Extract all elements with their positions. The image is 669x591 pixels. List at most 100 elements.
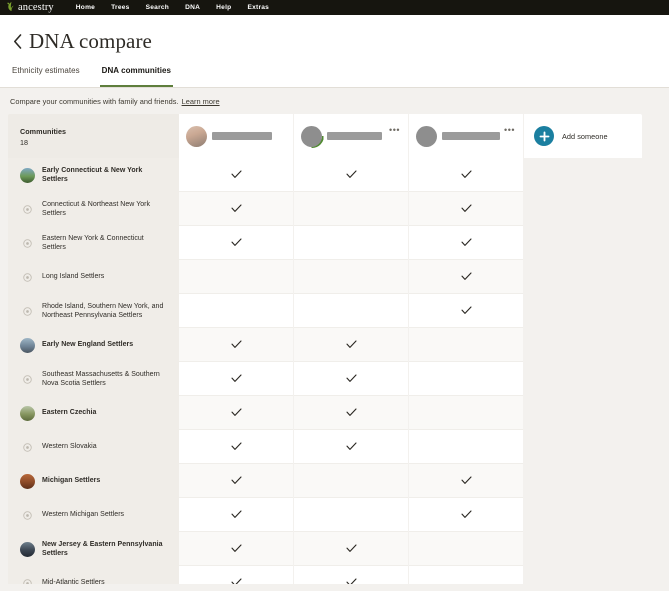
community-check-cell: [179, 192, 293, 226]
community-photo-icon: [20, 167, 35, 183]
community-row-label-cell[interactable]: Eastern Czechia: [8, 396, 179, 430]
checkmark-icon: [230, 204, 242, 213]
overflow-menu-icon[interactable]: •••: [389, 126, 400, 135]
nav-item-search[interactable]: Search: [138, 4, 178, 11]
community-check-cell: [179, 328, 293, 362]
sub-community-dot-icon: [20, 202, 35, 217]
ancestry-leaf-icon: [6, 0, 17, 17]
page-header: DNA compare Ethnicity estimates DNA comm…: [0, 15, 669, 88]
sub-community-dot-icon: [20, 236, 35, 251]
nav-item-trees[interactable]: Trees: [103, 4, 137, 11]
empty-trailing-cell: [524, 192, 642, 226]
sub-community-dot-icon: [20, 270, 35, 285]
person-column-header-3[interactable]: •••: [409, 114, 523, 158]
learn-more-link[interactable]: Learn more: [182, 97, 220, 106]
community-row-label-cell[interactable]: Early New England Settlers: [8, 328, 179, 362]
community-row-label-cell[interactable]: Western Slovakia: [8, 430, 179, 464]
title-row: DNA compare: [0, 25, 669, 57]
nav-item-extras[interactable]: Extras: [239, 4, 277, 11]
tab-dna-communities[interactable]: DNA communities: [99, 66, 174, 87]
top-navigation-bar: ancestry Home Trees Search DNA Help Extr…: [0, 0, 669, 15]
communities-header-label: Communities: [20, 127, 67, 136]
nav-item-home[interactable]: Home: [68, 4, 103, 11]
community-check-cell: [294, 430, 408, 464]
community-row-label-cell[interactable]: Early Connecticut & New York Settlers: [8, 158, 179, 192]
chevron-left-icon[interactable]: [10, 31, 24, 51]
community-check-cell: [409, 464, 523, 498]
community-check-cell: [179, 158, 293, 192]
community-name: Michigan Settlers: [42, 477, 101, 485]
nav-item-dna[interactable]: DNA: [177, 4, 208, 11]
community-row-label-cell[interactable]: Rhode Island, Southern New York, and Nor…: [8, 294, 179, 328]
person-name-redacted-3: [442, 132, 500, 140]
avatar[interactable]: [301, 125, 324, 148]
ancestry-wordmark: ancestry: [18, 1, 54, 13]
community-check-cell: [294, 396, 408, 430]
empty-trailing-cell: [524, 260, 642, 294]
community-check-cell: [294, 464, 408, 498]
overflow-menu-icon[interactable]: •••: [504, 126, 515, 135]
nav-item-help[interactable]: Help: [208, 4, 239, 11]
community-check-cell: [179, 294, 293, 328]
checkmark-icon: [460, 476, 472, 485]
empty-trailing-cell: [524, 294, 642, 328]
person-column-header-2[interactable]: •••: [294, 114, 408, 158]
sub-community-dot-icon: [20, 440, 35, 455]
checkmark-icon: [460, 510, 472, 519]
compare-description: Compare your communities with family and…: [0, 88, 669, 114]
community-photo-icon: [20, 473, 35, 489]
community-check-cell: [294, 532, 408, 566]
add-someone-button[interactable]: Add someone: [524, 114, 642, 158]
tab-bar: Ethnicity estimates DNA communities: [0, 66, 669, 88]
community-name: Western Michigan Settlers: [42, 511, 125, 519]
avatar[interactable]: [416, 125, 437, 147]
community-photo-icon: [20, 337, 35, 353]
sub-community-dot-icon: [20, 372, 35, 387]
community-check-cell: [179, 430, 293, 464]
community-name: Early New England Settlers: [42, 341, 134, 349]
community-check-cell: [294, 362, 408, 396]
plus-icon: [534, 126, 554, 146]
checkmark-icon: [230, 408, 242, 417]
community-row-label-cell[interactable]: Long Island Settlers: [8, 260, 179, 294]
compare-grid: Communities 18 ••• ••• Add someone Early…: [8, 114, 661, 591]
checkmark-icon: [230, 374, 242, 383]
table-bottom-edge: [0, 584, 669, 591]
empty-trailing-cell: [524, 158, 642, 192]
ancestry-logo[interactable]: ancestry: [4, 0, 54, 17]
avatar[interactable]: [186, 125, 207, 147]
community-row-label-cell[interactable]: Michigan Settlers: [8, 464, 179, 498]
community-row-label-cell[interactable]: Southeast Massachusetts & Southern Nova …: [8, 362, 179, 396]
community-row-label-cell[interactable]: New Jersey & Eastern Pennsylvania Settle…: [8, 532, 179, 566]
person-column-header-1[interactable]: [179, 114, 293, 158]
community-check-cell: [409, 498, 523, 532]
community-check-cell: [294, 226, 408, 260]
community-check-cell: [409, 430, 523, 464]
community-row-label-cell[interactable]: Eastern New York & Connecticut Settlers: [8, 226, 179, 260]
empty-trailing-cell: [524, 430, 642, 464]
community-check-cell: [179, 260, 293, 294]
community-check-cell: [294, 260, 408, 294]
community-name: Long Island Settlers: [42, 273, 105, 281]
community-name: Rhode Island, Southern New York, and Nor…: [42, 302, 164, 320]
community-check-cell: [179, 532, 293, 566]
compare-table-area: Communities 18 ••• ••• Add someone Early…: [0, 114, 669, 591]
community-check-cell: [409, 260, 523, 294]
checkmark-icon: [345, 408, 357, 417]
community-name: Eastern Czechia: [42, 409, 97, 417]
checkmark-icon: [230, 238, 242, 247]
checkmark-icon: [345, 544, 357, 553]
community-row-label-cell[interactable]: Connecticut & Northeast New York Settler…: [8, 192, 179, 226]
community-check-cell: [409, 328, 523, 362]
community-name: Eastern New York & Connecticut Settlers: [42, 234, 144, 252]
empty-trailing-cell: [524, 328, 642, 362]
community-check-cell: [179, 498, 293, 532]
checkmark-icon: [345, 442, 357, 451]
checkmark-icon: [460, 170, 472, 179]
sub-community-dot-icon: [20, 508, 35, 523]
community-check-cell: [179, 226, 293, 260]
community-row-label-cell[interactable]: Western Michigan Settlers: [8, 498, 179, 532]
community-check-cell: [179, 396, 293, 430]
empty-trailing-cell: [524, 396, 642, 430]
tab-ethnicity-estimates[interactable]: Ethnicity estimates: [10, 66, 82, 87]
